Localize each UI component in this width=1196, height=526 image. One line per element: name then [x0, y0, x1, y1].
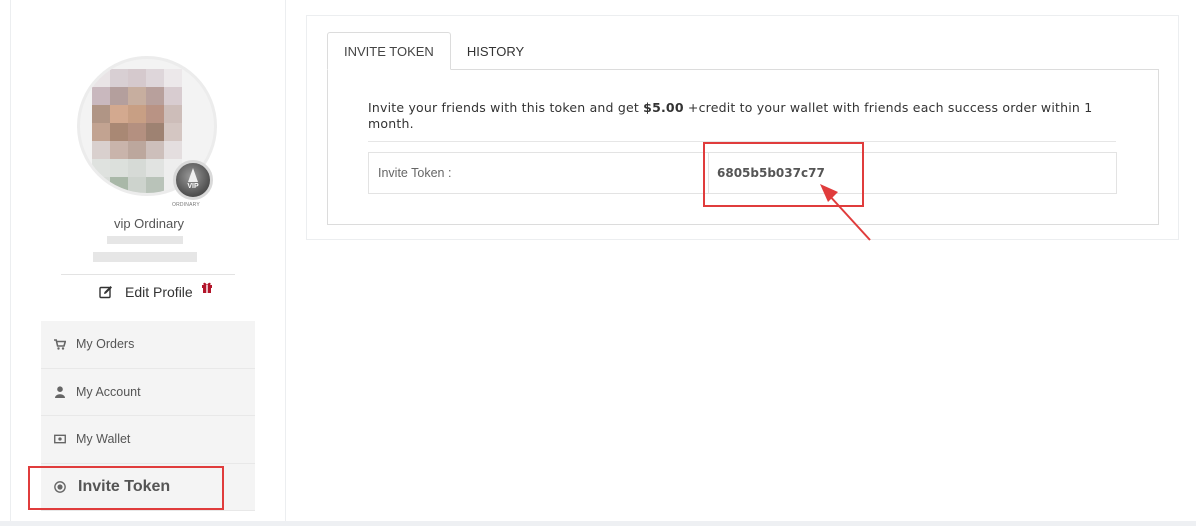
sidebar: VIP ORDINARY vip Ordinary Edit Profile M…	[10, 0, 286, 526]
edit-profile-link[interactable]: Edit Profile	[99, 284, 193, 300]
gift-icon	[202, 282, 212, 293]
vip-badge-text: VIP	[187, 183, 199, 190]
avatar: VIP ORDINARY	[77, 56, 227, 208]
wallet-icon	[54, 433, 66, 445]
invite-description: Invite your friends with this token and …	[368, 100, 1128, 132]
sidebar-divider	[61, 274, 235, 275]
vip-level: vip Ordinary	[113, 216, 185, 231]
sidebar-item-label: Invite Token	[78, 477, 171, 495]
sidebar-item-invite-token[interactable]: Invite Token	[41, 463, 255, 511]
content-divider	[368, 141, 1116, 142]
invite-credit-amount: $5.00	[643, 100, 684, 115]
token-value[interactable]: 6805b5b037c77	[709, 153, 1116, 193]
sidebar-item-my-account[interactable]: My Account	[41, 368, 255, 416]
edit-profile-label: Edit Profile	[125, 284, 193, 300]
vip-badge-caption: ORDINARY	[172, 202, 200, 208]
vip-badge-icon: VIP	[173, 160, 213, 200]
sidebar-item-label: My Account	[76, 384, 141, 399]
tab-content: Invite your friends with this token and …	[327, 69, 1159, 225]
sidebar-item-label: My Orders	[76, 337, 135, 352]
cart-icon	[54, 338, 66, 350]
tab-invite-token[interactable]: INVITE TOKEN	[327, 32, 451, 70]
tab-bar: INVITE TOKEN HISTORY	[327, 32, 540, 70]
avatar-pixelated	[92, 69, 182, 193]
tab-history[interactable]: HISTORY	[451, 32, 540, 70]
invite-token-panel: INVITE TOKEN HISTORY Invite your friends…	[306, 15, 1179, 240]
sidebar-item-my-orders[interactable]: My Orders	[41, 321, 255, 369]
sidebar-menu: My Orders My Account My Wallet Invite To…	[41, 321, 255, 511]
target-icon	[54, 480, 66, 493]
page-bottom-strip	[0, 521, 1196, 526]
sidebar-item-my-wallet[interactable]: My Wallet	[41, 416, 255, 464]
redacted-username	[107, 236, 183, 244]
user-icon	[54, 386, 66, 398]
edit-icon	[99, 286, 112, 299]
invite-desc-prefix: Invite your friends with this token and …	[368, 100, 644, 115]
token-label: Invite Token :	[369, 153, 709, 193]
sidebar-item-label: My Wallet	[76, 432, 131, 447]
redacted-email	[93, 252, 197, 262]
token-table: Invite Token : 6805b5b037c77	[368, 152, 1117, 194]
